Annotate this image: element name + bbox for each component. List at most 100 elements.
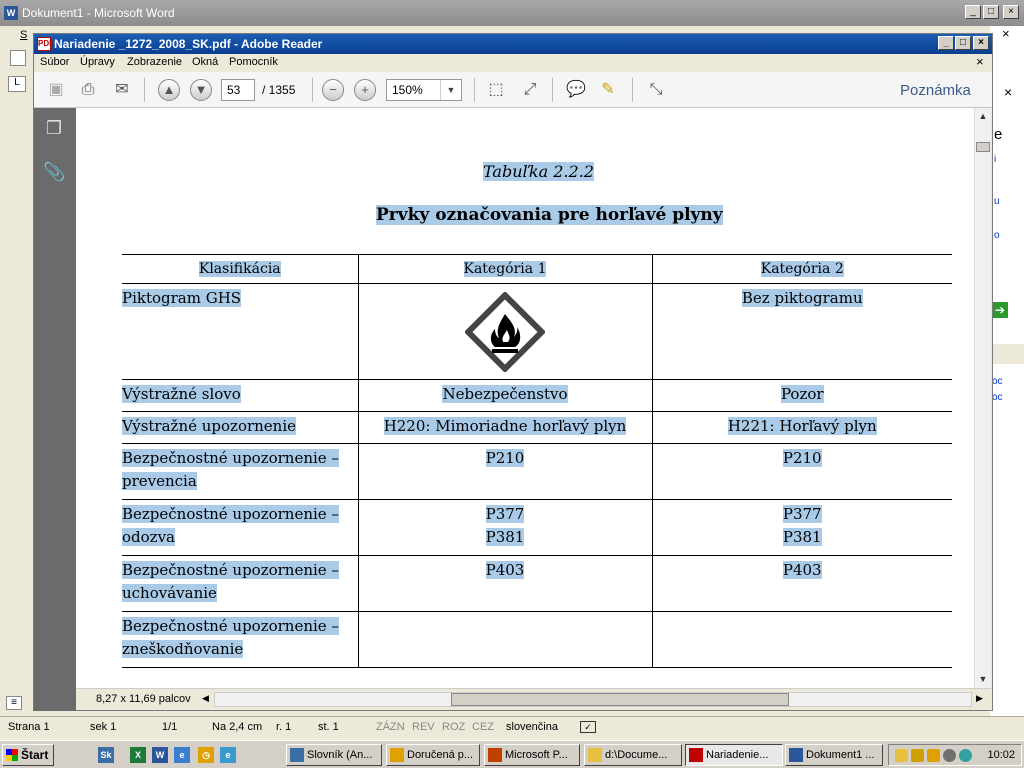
word-close-button[interactable]: ×	[1003, 5, 1019, 19]
menu-file[interactable]: Súbor	[40, 56, 69, 68]
taskbar-button[interactable]: d:\Docume...	[584, 744, 682, 766]
zoom-in-icon[interactable]: +	[354, 79, 376, 101]
tab-stop-icon[interactable]: L	[8, 76, 26, 92]
quicklaunch-dictionary-icon[interactable]: Sk	[98, 747, 114, 763]
print-icon[interactable]: ⎙	[76, 78, 100, 102]
volume-tray-icon[interactable]	[943, 749, 956, 762]
word-minimize-button[interactable]: _	[965, 5, 981, 19]
quicklaunch-ie-icon[interactable]: e	[174, 747, 190, 763]
page-total: / 1355	[262, 83, 296, 97]
taskbar-app-icon	[689, 748, 703, 762]
task-pane-close-icon-2[interactable]: ×	[1004, 84, 1012, 100]
mail-tray-icon[interactable]	[895, 749, 908, 762]
pdf-app-icon: PDF	[37, 37, 54, 51]
system-tray: 10:02	[888, 744, 1022, 766]
note-button[interactable]: Poznámka	[900, 82, 971, 99]
task-pane-link[interactable]: u	[994, 196, 1000, 207]
taskbar-button[interactable]: Slovník (An...	[286, 744, 382, 766]
menu-help[interactable]: Pomocník	[229, 56, 278, 68]
scroll-up-icon[interactable]: ▲	[975, 108, 991, 124]
status-ext[interactable]: ROZ	[442, 721, 465, 733]
scroll-right-icon[interactable]: ▶	[976, 693, 983, 704]
taskbar-button[interactable]: Dokument1 ...	[785, 744, 883, 766]
table-row: Bezpečnostné upozornenie – odozva P377 P38…	[122, 499, 952, 556]
pages-icon[interactable]: ❐	[43, 118, 65, 142]
task-pane-close-icon[interactable]: ×	[1002, 26, 1020, 41]
row-cat2: P210	[782, 449, 822, 467]
menu-edit[interactable]: Úpravy	[80, 56, 115, 68]
taskbar-button-label: d:\Docume...	[605, 749, 668, 761]
security-tray-icon[interactable]	[911, 749, 924, 762]
menu-close-icon[interactable]: ×	[976, 54, 984, 69]
network-tray-icon[interactable]	[959, 749, 972, 762]
quicklaunch-word-icon[interactable]: W	[152, 747, 168, 763]
word-app-icon: W	[4, 6, 18, 20]
normal-view-icon[interactable]: ≡	[6, 696, 22, 710]
horizontal-scrollbar[interactable]	[214, 692, 972, 707]
menu-view[interactable]: Zobrazenie	[127, 56, 182, 68]
row-label: Piktogram GHS	[122, 289, 242, 307]
start-label: Štart	[21, 748, 49, 762]
quicklaunch-outlook-icon[interactable]: ◷	[198, 747, 214, 763]
paperclip-icon[interactable]: 📎	[43, 162, 65, 186]
status-rec[interactable]: ZÁZN	[376, 721, 405, 733]
email-icon[interactable]: ✉	[110, 78, 134, 102]
outlook-tray-icon[interactable]	[927, 749, 940, 762]
next-page-icon[interactable]: ▼	[190, 79, 212, 101]
task-pane-link[interactable]: i	[994, 154, 996, 165]
menu-window[interactable]: Okná	[192, 56, 218, 68]
new-doc-icon[interactable]	[10, 50, 26, 66]
horizontal-scroll-thumb[interactable]	[451, 693, 789, 706]
reader-minimize-button[interactable]: _	[938, 36, 954, 50]
taskbar-button[interactable]: Microsoft P...	[484, 744, 580, 766]
highlight-icon[interactable]: ✎	[596, 78, 620, 102]
comment-icon[interactable]: 💬	[564, 78, 588, 102]
task-pane-link[interactable]: oc	[992, 392, 1003, 403]
taskbar-button-label: Slovník (An...	[307, 749, 373, 761]
status-language[interactable]: slovenčina	[506, 721, 558, 733]
row-cat2: H221: Horľavý plyn	[727, 417, 877, 435]
spelling-icon[interactable]: ✓	[580, 721, 596, 733]
full-screen-icon[interactable]: ⤡	[644, 78, 668, 102]
table-row: Bezpečnostné upozornenie – zneškodňovanie	[122, 611, 952, 668]
taskbar-app-icon	[488, 748, 502, 762]
start-button[interactable]: Štart	[2, 744, 54, 766]
page-number-input[interactable]: 53	[221, 79, 255, 101]
taskbar-button-label: Dokument1 ...	[806, 749, 875, 761]
taskbar-app-icon	[390, 748, 404, 762]
vertical-scroll-thumb[interactable]	[976, 142, 990, 152]
taskbar-button[interactable]: Doručená p...	[386, 744, 480, 766]
go-arrow-icon[interactable]: ➔	[992, 302, 1008, 318]
quicklaunch-browser-icon[interactable]: e	[220, 747, 236, 763]
word-title-bar: W Dokument1 - Microsoft Word _ □ ×	[0, 0, 1024, 26]
row-cat1: P377	[485, 505, 525, 523]
zoom-out-icon[interactable]: −	[322, 79, 344, 101]
reader-close-button[interactable]: ×	[973, 36, 989, 50]
scroll-down-icon[interactable]: ▼	[975, 671, 991, 687]
save-icon[interactable]: ▣	[44, 78, 68, 102]
word-menu-item[interactable]: S	[20, 29, 27, 41]
status-ovr[interactable]: CEZ	[472, 721, 494, 733]
taskbar-app-icon	[789, 748, 803, 762]
reader-maximize-button[interactable]: □	[955, 36, 971, 50]
fit-page-icon[interactable]: ⬚	[484, 78, 508, 102]
row-cat2: Pozor	[780, 385, 824, 403]
fit-width-icon[interactable]: ⤢	[518, 78, 542, 102]
task-pane-link[interactable]: oc	[992, 376, 1003, 387]
row-cat1-cont: P381	[485, 528, 525, 546]
previous-page-icon[interactable]: ▲	[158, 79, 180, 101]
status-section: sek 1	[90, 721, 117, 733]
vertical-scrollbar[interactable]: ▲ ▼	[974, 108, 991, 688]
chevron-down-icon[interactable]: ▼	[440, 80, 461, 100]
row-label: Bezpečnostné upozornenie –	[122, 561, 339, 579]
word-left-ruler: L ≡	[0, 46, 36, 716]
scroll-left-icon[interactable]: ◀	[202, 693, 209, 704]
status-rev[interactable]: REV	[412, 721, 435, 733]
word-maximize-button[interactable]: □	[983, 5, 999, 19]
taskbar-button[interactable]: Nariadenie...	[685, 744, 783, 766]
row-label-cont: zneškodňovanie	[122, 640, 244, 658]
header-classification: Klasifikácia	[198, 261, 281, 277]
quicklaunch-excel-icon[interactable]: X	[130, 747, 146, 763]
row-cat1: P403	[485, 561, 525, 579]
task-pane-link[interactable]: o	[994, 230, 1000, 241]
